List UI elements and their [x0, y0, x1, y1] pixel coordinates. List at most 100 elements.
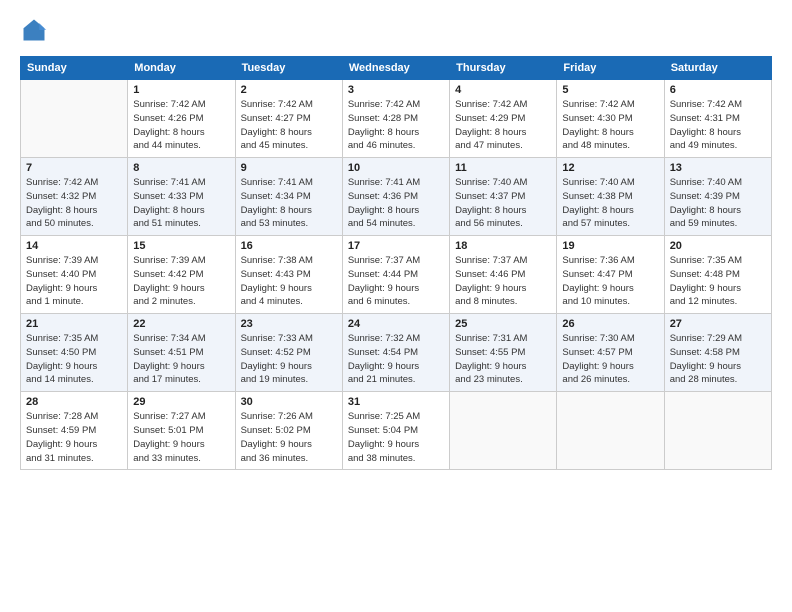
day-cell: 22 Sunrise: 7:34 AMSunset: 4:51 PMDayligh… [128, 314, 235, 392]
day-number: 16 [241, 240, 337, 252]
day-number: 9 [241, 162, 337, 174]
day-info: Sunrise: 7:32 AMSunset: 4:54 PMDaylight:… [348, 332, 444, 387]
day-cell: 21 Sunrise: 7:35 AMSunset: 4:50 PMDayligh… [21, 314, 128, 392]
day-cell: 2 Sunrise: 7:42 AMSunset: 4:27 PMDaylight… [235, 80, 342, 158]
day-cell: 28 Sunrise: 7:28 AMSunset: 4:59 PMDayligh… [21, 392, 128, 470]
day-info: Sunrise: 7:36 AMSunset: 4:47 PMDaylight:… [562, 254, 658, 309]
logo-icon [20, 16, 48, 44]
day-number: 11 [455, 162, 551, 174]
day-info: Sunrise: 7:41 AMSunset: 4:33 PMDaylight:… [133, 176, 229, 231]
day-info: Sunrise: 7:42 AMSunset: 4:30 PMDaylight:… [562, 98, 658, 153]
weekday-tuesday: Tuesday [235, 57, 342, 80]
day-number: 1 [133, 84, 229, 96]
day-info: Sunrise: 7:30 AMSunset: 4:57 PMDaylight:… [562, 332, 658, 387]
day-cell: 5 Sunrise: 7:42 AMSunset: 4:30 PMDaylight… [557, 80, 664, 158]
day-number: 18 [455, 240, 551, 252]
day-number: 23 [241, 318, 337, 330]
day-number: 6 [670, 84, 766, 96]
day-info: Sunrise: 7:42 AMSunset: 4:32 PMDaylight:… [26, 176, 122, 231]
day-info: Sunrise: 7:42 AMSunset: 4:28 PMDaylight:… [348, 98, 444, 153]
weekday-thursday: Thursday [450, 57, 557, 80]
day-cell [557, 392, 664, 470]
day-number: 19 [562, 240, 658, 252]
day-info: Sunrise: 7:37 AMSunset: 4:46 PMDaylight:… [455, 254, 551, 309]
header [20, 16, 772, 44]
week-row-2: 7 Sunrise: 7:42 AMSunset: 4:32 PMDaylight… [21, 158, 772, 236]
day-number: 21 [26, 318, 122, 330]
calendar-table: SundayMondayTuesdayWednesdayThursdayFrid… [20, 56, 772, 470]
day-info: Sunrise: 7:25 AMSunset: 5:04 PMDaylight:… [348, 410, 444, 465]
day-cell: 10Sunrise: 7:41 AMSunset: 4:36 PMDayligh… [342, 158, 449, 236]
day-cell: 8 Sunrise: 7:41 AMSunset: 4:33 PMDaylight… [128, 158, 235, 236]
day-info: Sunrise: 7:42 AMSunset: 4:27 PMDaylight:… [241, 98, 337, 153]
day-number: 25 [455, 318, 551, 330]
day-cell: 24Sunrise: 7:32 AMSunset: 4:54 PMDayligh… [342, 314, 449, 392]
day-cell: 30Sunrise: 7:26 AMSunset: 5:02 PMDayligh… [235, 392, 342, 470]
day-info: Sunrise: 7:42 AMSunset: 4:29 PMDaylight:… [455, 98, 551, 153]
day-info: Sunrise: 7:29 AMSunset: 4:58 PMDaylight:… [670, 332, 766, 387]
day-info: Sunrise: 7:39 AMSunset: 4:40 PMDaylight:… [26, 254, 122, 309]
day-number: 10 [348, 162, 444, 174]
day-cell: 25Sunrise: 7:31 AMSunset: 4:55 PMDayligh… [450, 314, 557, 392]
day-info: Sunrise: 7:27 AMSunset: 5:01 PMDaylight:… [133, 410, 229, 465]
day-number: 2 [241, 84, 337, 96]
day-number: 4 [455, 84, 551, 96]
day-number: 12 [562, 162, 658, 174]
day-cell [21, 80, 128, 158]
day-info: Sunrise: 7:40 AMSunset: 4:39 PMDaylight:… [670, 176, 766, 231]
day-number: 7 [26, 162, 122, 174]
day-cell: 27Sunrise: 7:29 AMSunset: 4:58 PMDayligh… [664, 314, 771, 392]
day-info: Sunrise: 7:26 AMSunset: 5:02 PMDaylight:… [241, 410, 337, 465]
day-cell: 20Sunrise: 7:35 AMSunset: 4:48 PMDayligh… [664, 236, 771, 314]
day-cell: 19 Sunrise: 7:36 AMSunset: 4:47 PMDayligh… [557, 236, 664, 314]
day-number: 29 [133, 396, 229, 408]
day-info: Sunrise: 7:42 AMSunset: 4:31 PMDaylight:… [670, 98, 766, 153]
day-cell: 31 Sunrise: 7:25 AMSunset: 5:04 PMDayligh… [342, 392, 449, 470]
day-number: 5 [562, 84, 658, 96]
weekday-header-row: SundayMondayTuesdayWednesdayThursdayFrid… [21, 57, 772, 80]
day-info: Sunrise: 7:40 AMSunset: 4:38 PMDaylight:… [562, 176, 658, 231]
day-cell: 9 Sunrise: 7:41 AMSunset: 4:34 PMDaylight… [235, 158, 342, 236]
day-cell: 1Sunrise: 7:42 AMSunset: 4:26 PMDaylight… [128, 80, 235, 158]
day-cell [664, 392, 771, 470]
day-info: Sunrise: 7:34 AMSunset: 4:51 PMDaylight:… [133, 332, 229, 387]
day-cell: 16Sunrise: 7:38 AMSunset: 4:43 PMDayligh… [235, 236, 342, 314]
week-row-5: 28 Sunrise: 7:28 AMSunset: 4:59 PMDayligh… [21, 392, 772, 470]
week-row-1: 1Sunrise: 7:42 AMSunset: 4:26 PMDaylight… [21, 80, 772, 158]
weekday-saturday: Saturday [664, 57, 771, 80]
page: SundayMondayTuesdayWednesdayThursdayFrid… [0, 0, 792, 612]
weekday-monday: Monday [128, 57, 235, 80]
day-number: 8 [133, 162, 229, 174]
day-cell: 26 Sunrise: 7:30 AMSunset: 4:57 PMDayligh… [557, 314, 664, 392]
day-number: 15 [133, 240, 229, 252]
day-info: Sunrise: 7:41 AMSunset: 4:34 PMDaylight:… [241, 176, 337, 231]
day-cell: 7 Sunrise: 7:42 AMSunset: 4:32 PMDaylight… [21, 158, 128, 236]
day-cell: 18 Sunrise: 7:37 AMSunset: 4:46 PMDayligh… [450, 236, 557, 314]
day-info: Sunrise: 7:28 AMSunset: 4:59 PMDaylight:… [26, 410, 122, 465]
day-cell: 4 Sunrise: 7:42 AMSunset: 4:29 PMDaylight… [450, 80, 557, 158]
day-number: 20 [670, 240, 766, 252]
day-number: 3 [348, 84, 444, 96]
day-number: 22 [133, 318, 229, 330]
day-info: Sunrise: 7:37 AMSunset: 4:44 PMDaylight:… [348, 254, 444, 309]
day-info: Sunrise: 7:39 AMSunset: 4:42 PMDaylight:… [133, 254, 229, 309]
day-cell: 11Sunrise: 7:40 AMSunset: 4:37 PMDayligh… [450, 158, 557, 236]
day-number: 14 [26, 240, 122, 252]
day-number: 13 [670, 162, 766, 174]
weekday-friday: Friday [557, 57, 664, 80]
day-number: 17 [348, 240, 444, 252]
weekday-wednesday: Wednesday [342, 57, 449, 80]
day-cell: 15 Sunrise: 7:39 AMSunset: 4:42 PMDayligh… [128, 236, 235, 314]
day-cell: 3 Sunrise: 7:42 AMSunset: 4:28 PMDaylight… [342, 80, 449, 158]
day-number: 26 [562, 318, 658, 330]
day-info: Sunrise: 7:35 AMSunset: 4:50 PMDaylight:… [26, 332, 122, 387]
week-row-3: 14 Sunrise: 7:39 AMSunset: 4:40 PMDayligh… [21, 236, 772, 314]
day-cell: 6 Sunrise: 7:42 AMSunset: 4:31 PMDaylight… [664, 80, 771, 158]
day-number: 31 [348, 396, 444, 408]
day-cell: 13 Sunrise: 7:40 AMSunset: 4:39 PMDayligh… [664, 158, 771, 236]
weekday-sunday: Sunday [21, 57, 128, 80]
day-cell: 29 Sunrise: 7:27 AMSunset: 5:01 PMDayligh… [128, 392, 235, 470]
day-number: 28 [26, 396, 122, 408]
logo [20, 16, 50, 44]
day-cell [450, 392, 557, 470]
